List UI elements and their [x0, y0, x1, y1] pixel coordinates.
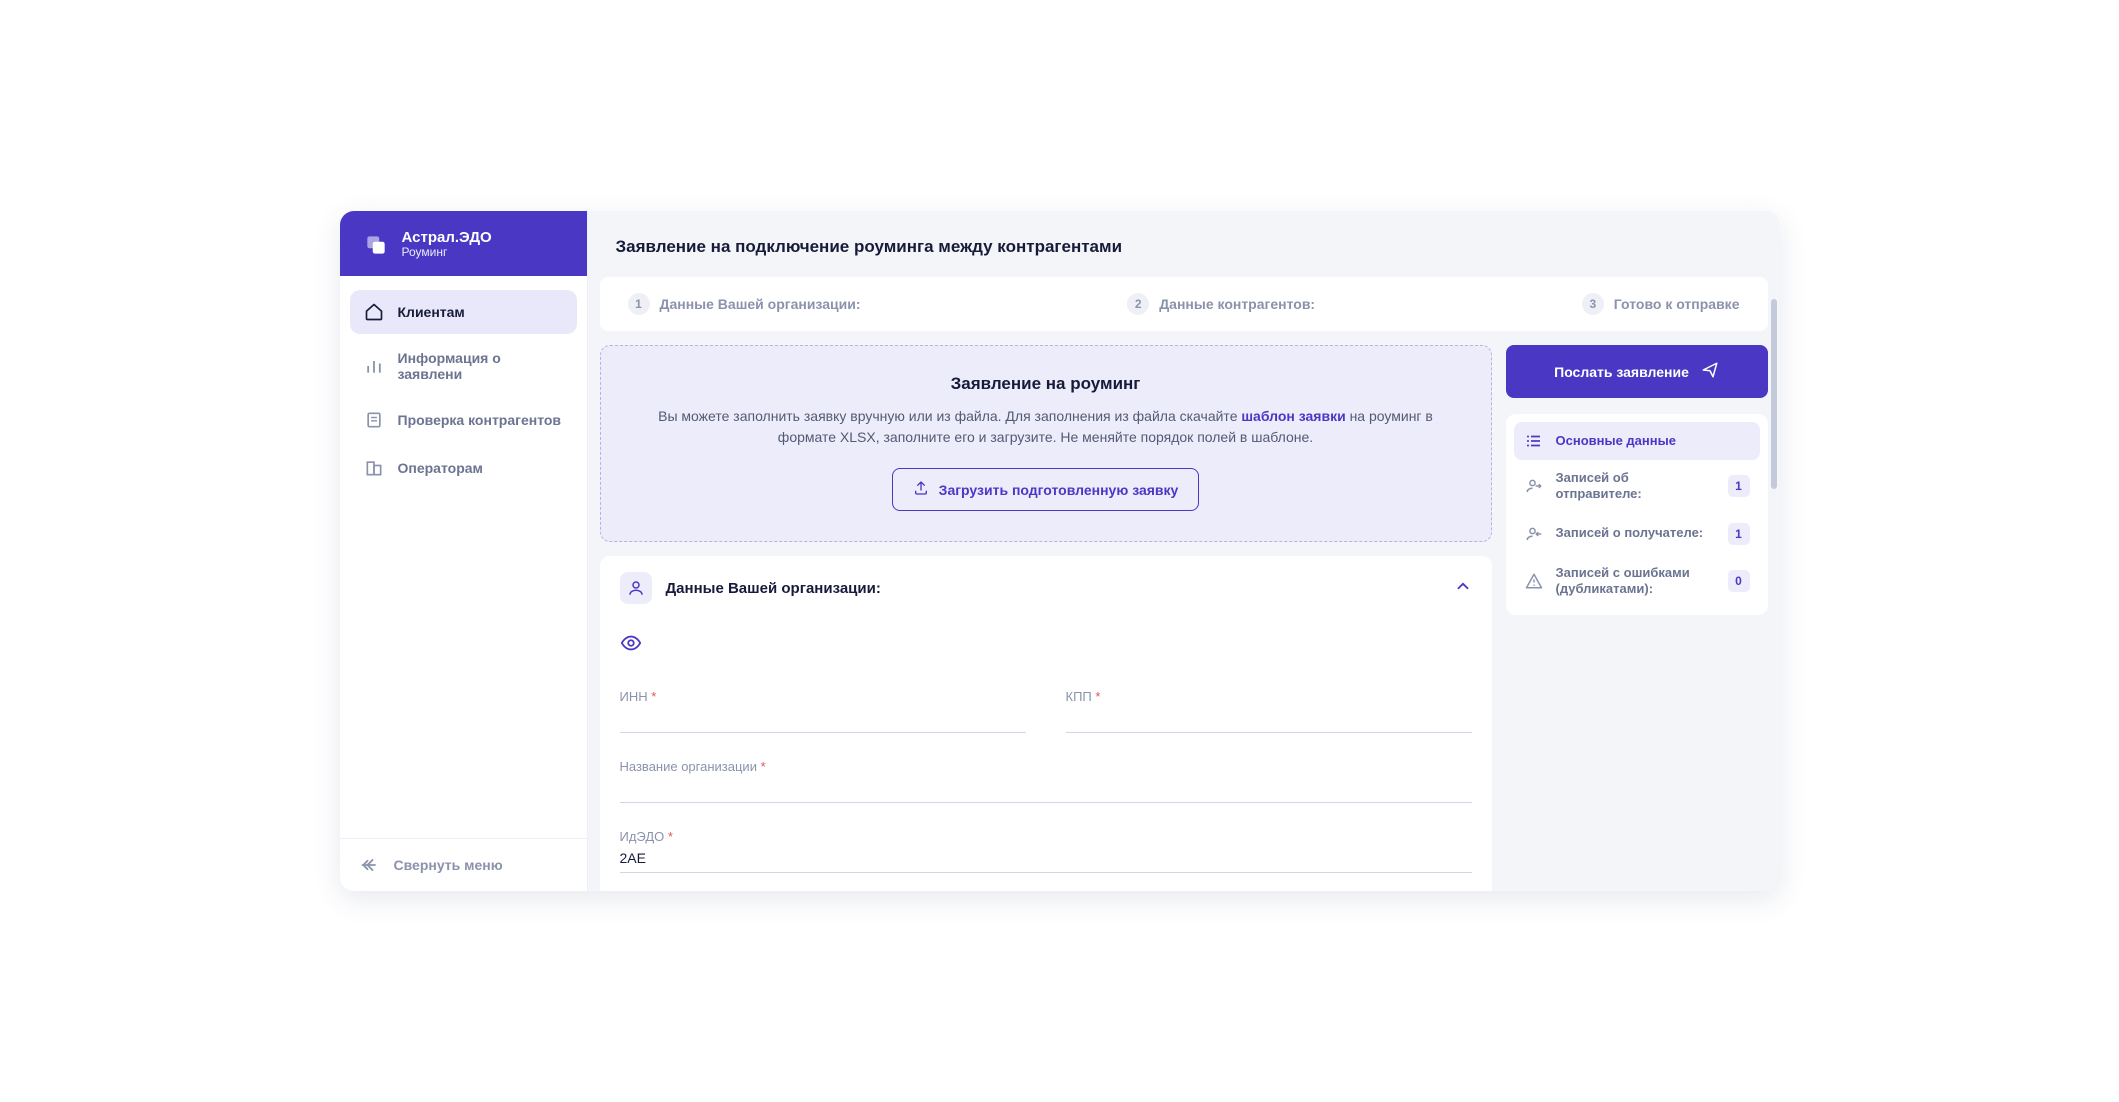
collapse-menu-label: Свернуть меню — [394, 857, 503, 873]
stat-count: 1 — [1728, 475, 1750, 497]
stats-panel: Основные данные Записей об отправителе: … — [1506, 414, 1768, 615]
stat-count: 1 — [1728, 523, 1750, 545]
brand-title: Астрал.ЭДО — [402, 229, 492, 246]
info-text-before: Вы можете заполнить заявку вручную или и… — [658, 408, 1241, 424]
scrollbar-thumb[interactable] — [1771, 299, 1777, 489]
org-panel-body: ИНН * КПП * Название организации * — [600, 620, 1492, 891]
warning-icon — [1524, 572, 1544, 590]
org-panel-header[interactable]: Данные Вашей организации: — [600, 556, 1492, 620]
sidebar-item-label: Операторам — [398, 460, 483, 476]
info-panel: Заявление на роуминг Вы можете заполнить… — [600, 345, 1492, 542]
document-icon — [364, 410, 384, 430]
home-icon — [364, 302, 384, 322]
org-name-input[interactable] — [620, 776, 1472, 803]
step-num: 1 — [628, 293, 650, 315]
main: Заявление на подключение роуминга между … — [588, 211, 1780, 891]
step-label: Данные Вашей организации: — [660, 296, 861, 312]
step-label: Готово к отправке — [1614, 296, 1740, 312]
stat-errors[interactable]: Записей с ошибками (дубликатами): 0 — [1514, 555, 1760, 608]
step-2: 2 Данные контрагентов: — [1127, 293, 1315, 315]
org-panel: Данные Вашей организации: ИНН * — [600, 556, 1492, 891]
sidebar-item-clients[interactable]: Клиентам — [350, 290, 577, 334]
person-out-icon — [1524, 477, 1544, 495]
sidebar-item-applications-info[interactable]: Информация о заявлени — [350, 338, 577, 394]
collapse-menu-button[interactable]: Свернуть меню — [340, 838, 587, 891]
stepper: 1 Данные Вашей организации: 2 Данные кон… — [600, 277, 1768, 331]
brand-subtitle: Роуминг — [402, 246, 492, 260]
arrow-left-icon — [360, 855, 380, 875]
person-in-icon — [1524, 525, 1544, 543]
step-3: 3 Готово к отправке — [1582, 293, 1740, 315]
step-1: 1 Данные Вашей организации: — [628, 293, 861, 315]
bar-chart-icon — [364, 356, 384, 376]
sidebar: Астрал.ЭДО Роуминг Клиентам Информация о… — [340, 211, 588, 891]
upload-label: Загрузить подготовленную заявку — [939, 482, 1179, 498]
toggle-visibility-button[interactable] — [620, 626, 1472, 663]
upload-icon — [913, 480, 929, 499]
step-num: 3 — [1582, 293, 1604, 315]
send-button[interactable]: Послать заявление — [1506, 345, 1768, 398]
inn-label: ИНН * — [620, 689, 1026, 704]
idedo-input[interactable] — [620, 846, 1472, 873]
send-icon — [1701, 361, 1719, 382]
sidebar-item-operators[interactable]: Операторам — [350, 446, 577, 490]
org-name-label: Название организации * — [620, 759, 1472, 774]
sidebar-item-label: Проверка контрагентов — [398, 412, 562, 428]
send-label: Послать заявление — [1554, 364, 1689, 380]
step-label: Данные контрагентов: — [1159, 296, 1315, 312]
kpp-input[interactable] — [1066, 706, 1472, 733]
sidebar-item-check-counterparties[interactable]: Проверка контрагентов — [350, 398, 577, 442]
brand-logo-icon — [362, 231, 390, 259]
stat-label: Записей с ошибками (дубликатами): — [1556, 565, 1716, 598]
info-description: Вы можете заполнить заявку вручную или и… — [641, 406, 1451, 448]
list-icon — [1524, 432, 1544, 450]
stat-count: 0 — [1728, 570, 1750, 592]
idedo-label: ИдЭДО * — [620, 829, 1472, 844]
stat-label: Записей об отправителе: — [1556, 470, 1716, 503]
org-panel-title: Данные Вашей организации: — [666, 580, 1440, 597]
inn-input[interactable] — [620, 706, 1026, 733]
brand: Астрал.ЭДО Роуминг — [340, 211, 587, 276]
stat-sender[interactable]: Записей об отправителе: 1 — [1514, 460, 1760, 513]
sidebar-item-label: Информация о заявлени — [398, 350, 563, 382]
step-num: 2 — [1127, 293, 1149, 315]
stat-primary[interactable]: Основные данные — [1514, 422, 1760, 460]
upload-button[interactable]: Загрузить подготовленную заявку — [892, 468, 1200, 511]
info-title: Заявление на роуминг — [641, 374, 1451, 394]
stat-receiver[interactable]: Записей о получателе: 1 — [1514, 513, 1760, 555]
stat-label: Записей о получателе: — [1556, 525, 1716, 541]
app-window: Астрал.ЭДО Роуминг Клиентам Информация о… — [340, 211, 1780, 891]
sidebar-item-label: Клиентам — [398, 304, 465, 320]
kpp-label: КПП * — [1066, 689, 1472, 704]
nav: Клиентам Информация о заявлени Проверка … — [340, 276, 587, 838]
template-link[interactable]: шаблон заявки — [1241, 408, 1345, 424]
stat-label: Основные данные — [1556, 433, 1750, 449]
building-icon — [364, 458, 384, 478]
chevron-up-icon — [1454, 577, 1472, 600]
main-header: Заявление на подключение роуминга между … — [588, 211, 1780, 277]
page-title: Заявление на подключение роуминга между … — [616, 237, 1752, 257]
person-icon — [620, 572, 652, 604]
